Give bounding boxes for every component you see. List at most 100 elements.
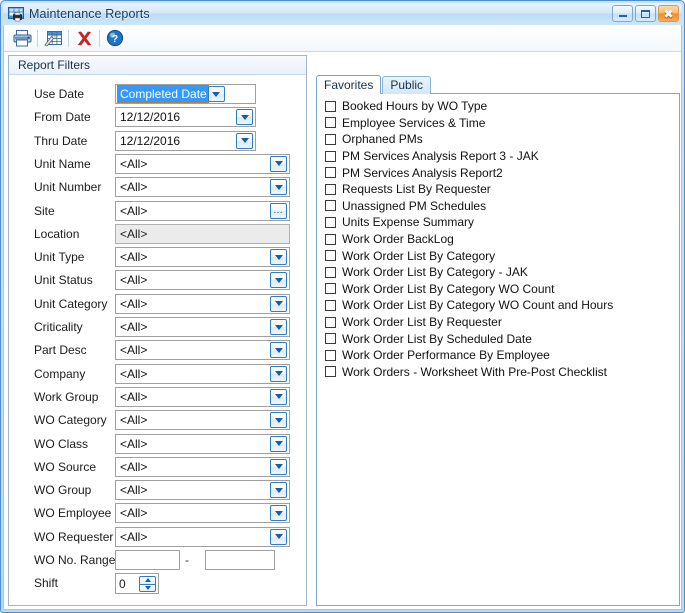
shift-decrement-button[interactable] — [139, 583, 156, 592]
dropdown-button-thru-date[interactable] — [236, 132, 253, 149]
wo-no-range-to-input[interactable] — [205, 550, 275, 570]
report-checkbox[interactable] — [325, 200, 336, 212]
report-checkbox[interactable] — [325, 283, 336, 295]
filter-value-thru-date: 12/12/2016 — [120, 133, 181, 148]
report-list-item[interactable]: Work Order List By Scheduled Date — [320, 330, 679, 347]
report-checkbox[interactable] — [325, 167, 336, 179]
dropdown-button-unit-type[interactable] — [270, 249, 287, 266]
dropdown-button-unit-name[interactable] — [270, 155, 287, 172]
browse-ellipsis-button-site[interactable]: … — [270, 202, 287, 219]
report-list-item[interactable]: Work Order BackLog — [320, 231, 679, 248]
chevron-down-icon — [240, 138, 249, 144]
report-list-item[interactable]: Employee Services & Time — [320, 115, 679, 132]
filter-combo-company[interactable]: <All> — [115, 363, 290, 384]
close-button[interactable]: ✖ — [658, 5, 679, 22]
report-item-label: Work Order List By Category WO Count — [342, 281, 555, 296]
report-list-item[interactable]: Work Order List By Category - JAK — [320, 264, 679, 281]
report-checkbox[interactable] — [325, 316, 336, 328]
report-checkbox[interactable] — [325, 266, 336, 278]
shift-stepper[interactable]: 0 — [115, 573, 159, 595]
dropdown-button-use-date[interactable] — [207, 86, 225, 102]
report-list-item[interactable]: Units Expense Summary — [320, 214, 679, 231]
filter-combo-unit-name[interactable]: <All> — [115, 153, 290, 174]
filter-value-site: <All> — [120, 203, 148, 218]
dropdown-button-wo-group[interactable] — [270, 482, 287, 499]
dropdown-button-work-group[interactable] — [270, 388, 287, 405]
dropdown-button-unit-number[interactable] — [270, 179, 287, 196]
filter-combo-site[interactable]: <All> … — [115, 200, 290, 221]
filter-label-unit-category: Unit Category — [34, 296, 108, 311]
filter-combo-work-group[interactable]: <All> — [115, 386, 290, 407]
filter-combo-wo-class[interactable]: <All> — [115, 433, 290, 454]
report-checkbox[interactable] — [325, 233, 336, 245]
shift-increment-button[interactable] — [139, 575, 156, 584]
delete-button[interactable] — [72, 27, 96, 49]
report-checkbox[interactable] — [325, 216, 336, 228]
dropdown-button-unit-status[interactable] — [270, 272, 287, 289]
report-list-item[interactable]: Requests List By Requester — [320, 181, 679, 198]
minimize-button[interactable] — [612, 5, 633, 22]
filter-combo-wo-employee[interactable]: <All> — [115, 503, 290, 524]
filter-combo-unit-type[interactable]: <All> — [115, 247, 290, 268]
report-checkbox[interactable] — [325, 349, 336, 361]
reports-listbox[interactable]: Booked Hours by WO Type Employee Services… — [316, 93, 680, 606]
title-bar[interactable]: Maintenance Reports ✖ — [3, 3, 682, 25]
dropdown-button-wo-employee[interactable] — [270, 505, 287, 522]
report-list-item[interactable]: Work Order List By Category WO Count — [320, 281, 679, 298]
filter-combo-use-date[interactable]: Completed Date — [115, 84, 256, 104]
wo-no-range-from-input[interactable] — [115, 550, 180, 570]
report-checkbox[interactable] — [325, 183, 336, 195]
dropdown-button-company[interactable] — [270, 365, 287, 382]
report-list-item[interactable]: Work Order List By Category WO Count and… — [320, 297, 679, 314]
dropdown-button-wo-requester[interactable] — [270, 528, 287, 545]
report-checkbox[interactable] — [325, 150, 336, 162]
filter-combo-thru-date[interactable]: 12/12/2016 — [115, 130, 256, 151]
filter-label-site: Site — [34, 203, 55, 218]
report-item-label: Work Order List By Category — [342, 248, 496, 263]
help-button[interactable]: ? — [103, 27, 127, 49]
report-checkbox[interactable] — [325, 100, 336, 112]
filter-combo-wo-group[interactable]: <All> — [115, 480, 290, 501]
filter-combo-unit-number[interactable]: <All> — [115, 177, 290, 198]
dropdown-button-wo-category[interactable] — [270, 412, 287, 429]
report-list-item[interactable]: Unassigned PM Schedules — [320, 198, 679, 215]
report-checkbox[interactable] — [325, 117, 336, 129]
preview-grid-button[interactable] — [41, 27, 65, 49]
report-checkbox[interactable] — [325, 333, 336, 345]
report-list-item[interactable]: Orphaned PMs — [320, 131, 679, 148]
maximize-icon — [641, 9, 650, 18]
dropdown-button-wo-class[interactable] — [270, 435, 287, 452]
dropdown-button-from-date[interactable] — [236, 109, 253, 126]
dropdown-button-criticality[interactable] — [270, 319, 287, 335]
dropdown-button-part-desc[interactable] — [270, 342, 287, 359]
report-list-item[interactable]: Work Orders - Worksheet With Pre-Post Ch… — [320, 364, 679, 381]
report-item-label: Units Expense Summary — [342, 215, 475, 230]
report-list-item[interactable]: Booked Hours by WO Type — [320, 98, 679, 115]
report-list-item[interactable]: PM Services Analysis Report2 — [320, 164, 679, 181]
filter-combo-unit-status[interactable]: <All> — [115, 270, 290, 291]
report-checkbox[interactable] — [325, 133, 336, 145]
report-list-item[interactable]: PM Services Analysis Report 3 - JAK — [320, 148, 679, 165]
filter-combo-unit-category[interactable]: <All> — [115, 293, 290, 314]
report-checkbox[interactable] — [325, 366, 336, 378]
tab-public[interactable]: Public — [382, 76, 432, 94]
print-button[interactable] — [10, 27, 34, 49]
tab-favorites[interactable]: Favorites — [316, 75, 382, 94]
dropdown-button-wo-source[interactable] — [270, 458, 287, 475]
report-list-item[interactable]: Work Order List By Requester — [320, 314, 679, 331]
maximize-button[interactable] — [635, 5, 656, 22]
filter-combo-wo-requester[interactable]: <All> — [115, 526, 290, 547]
filter-label-thru-date: Thru Date — [34, 133, 88, 148]
report-list-item[interactable]: Work Order Performance By Employee — [320, 347, 679, 364]
filter-label-unit-number: Unit Number — [34, 180, 102, 195]
dropdown-button-unit-category[interactable] — [270, 295, 287, 312]
filter-combo-from-date[interactable]: 12/12/2016 — [115, 107, 256, 128]
report-item-label: PM Services Analysis Report 3 - JAK — [342, 149, 539, 164]
report-list-item[interactable]: Work Order List By Category — [320, 247, 679, 264]
report-checkbox[interactable] — [325, 250, 336, 262]
report-checkbox[interactable] — [325, 299, 336, 311]
filter-combo-wo-source[interactable]: <All> — [115, 456, 290, 477]
filter-combo-criticality[interactable]: <All> — [115, 317, 290, 337]
filter-combo-wo-category[interactable]: <All> — [115, 410, 290, 431]
filter-combo-part-desc[interactable]: <All> — [115, 340, 290, 361]
